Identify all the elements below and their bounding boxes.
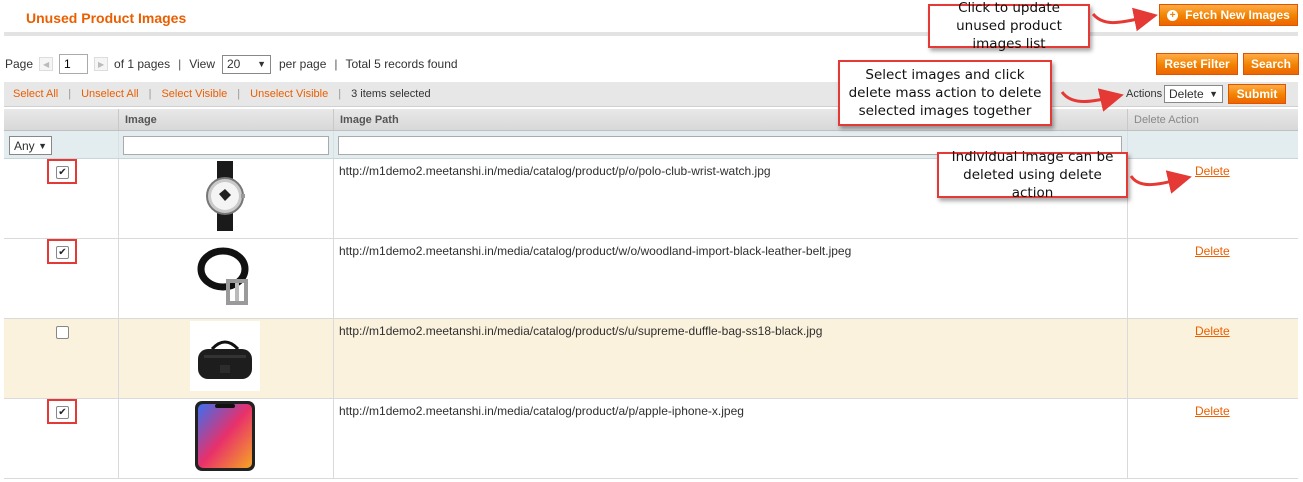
table-row: ✔ http://m1demo2.meetanshi.in/media/catal… <box>4 399 1298 479</box>
delete-link[interactable]: Delete <box>1195 164 1230 178</box>
product-image-thumbnail <box>190 161 260 231</box>
mass-delete-callout: Select images and click delete mass acti… <box>838 60 1052 126</box>
unselect-visible-link[interactable]: Unselect Visible <box>250 88 328 100</box>
reset-filter-button[interactable]: Reset Filter <box>1156 53 1238 75</box>
submit-button[interactable]: Submit <box>1228 84 1286 104</box>
search-button[interactable]: Search <box>1243 53 1299 75</box>
of-pages-text: of 1 pages <box>114 57 171 71</box>
previous-page-icon[interactable]: ◀ <box>39 57 54 71</box>
title-divider <box>4 32 1298 36</box>
per-page-value: 20 <box>227 57 241 71</box>
actions-label: Actions <box>1126 88 1163 100</box>
chevron-down-icon: ▼ <box>257 59 266 69</box>
page-title: Unused Product Images <box>26 10 187 26</box>
grid-header-row: Image Image Path Delete Action <box>4 109 1298 131</box>
image-path-text: http://m1demo2.meetanshi.in/media/catalo… <box>339 404 744 418</box>
actions-select-value: Delete <box>1169 87 1204 101</box>
unselect-all-link[interactable]: Unselect All <box>81 88 138 100</box>
pager-separator: | <box>334 57 338 71</box>
single-delete-callout: Individual image can be deleted using de… <box>937 149 1128 201</box>
product-image-thumbnail <box>190 241 260 311</box>
per-page-select[interactable]: 20 ▼ <box>222 54 271 74</box>
checkbox-column-header <box>4 109 119 130</box>
selected-count-text: 3 items selected <box>351 88 431 100</box>
page-number-input[interactable] <box>59 54 89 74</box>
delete-link[interactable]: Delete <box>1195 404 1230 418</box>
table-row: http://m1demo2.meetanshi.in/media/catalo… <box>4 319 1298 399</box>
total-records-text: Total 5 records found <box>345 57 458 71</box>
arrow-to-fetch <box>1091 7 1158 32</box>
chevron-down-icon: ▼ <box>38 140 47 151</box>
checkbox-filter-value: Any <box>14 138 35 153</box>
pager: Page ◀ ▶ of 1 pages | View 20 ▼ per page… <box>5 54 458 74</box>
next-page-icon[interactable]: ▶ <box>94 57 109 71</box>
delete-link[interactable]: Delete <box>1195 324 1230 338</box>
fetch-new-images-label: Fetch New Images <box>1185 8 1290 22</box>
select-all-link[interactable]: Select All <box>13 88 58 100</box>
row-checkbox[interactable] <box>56 326 69 339</box>
massaction-bar: Select All | Unselect All | Select Visib… <box>4 82 1298 107</box>
chevron-down-icon: ▼ <box>1209 89 1218 99</box>
row-checkbox[interactable]: ✔ <box>56 166 69 179</box>
image-path-text: http://m1demo2.meetanshi.in/media/catalo… <box>339 164 771 178</box>
pager-separator: | <box>178 57 182 71</box>
table-row: ✔ http://m1demo2.meetanshi.in/media/catal… <box>4 239 1298 319</box>
per-page-label: per page <box>279 57 327 71</box>
product-image-thumbnail <box>190 401 260 471</box>
checkbox-filter-select[interactable]: Any ▼ <box>9 136 52 155</box>
actions-select[interactable]: Delete ▼ <box>1164 85 1223 103</box>
delete-link[interactable]: Delete <box>1195 244 1230 258</box>
image-column-header[interactable]: Image <box>119 109 334 130</box>
row-checkbox[interactable]: ✔ <box>56 246 69 259</box>
delete-action-column-header: Delete Action <box>1134 114 1199 126</box>
select-visible-link[interactable]: Select Visible <box>161 88 227 100</box>
image-filter-input[interactable] <box>123 136 329 155</box>
view-label: View <box>189 57 215 71</box>
product-image-thumbnail <box>190 321 260 391</box>
fetch-callout: Click to update unused product images li… <box>928 0 1090 52</box>
image-path-text: http://m1demo2.meetanshi.in/media/catalo… <box>339 324 823 338</box>
plus-circle-icon: + <box>1167 9 1179 21</box>
fetch-new-images-button[interactable]: + Fetch New Images <box>1159 4 1298 26</box>
image-path-text: http://m1demo2.meetanshi.in/media/catalo… <box>339 244 852 258</box>
row-checkbox[interactable]: ✔ <box>56 406 69 419</box>
page-label: Page <box>5 57 34 71</box>
